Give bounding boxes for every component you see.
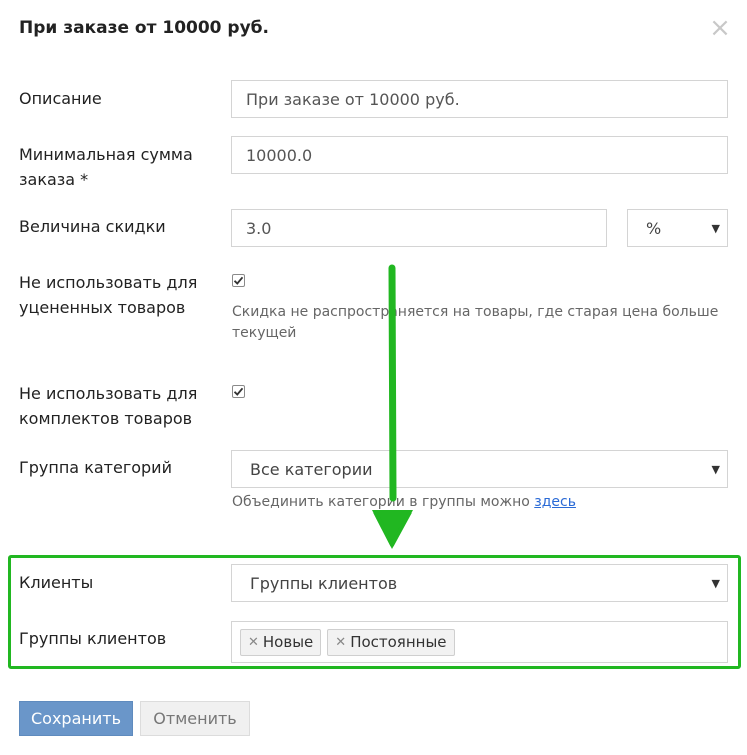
category-group-hint-link[interactable]: здесь	[534, 494, 576, 510]
category-group-select[interactable]: Все категории ▼	[231, 450, 728, 488]
min-sum-label-line1: Минимальная сумма	[19, 145, 193, 164]
arrow-down-icon	[372, 264, 413, 549]
checkmark-icon	[233, 276, 244, 285]
chevron-down-icon: ▼	[711, 577, 720, 590]
no-discounted-hint-line2: текущей	[232, 325, 297, 341]
discount-label: Величина скидки	[19, 217, 166, 236]
chevron-down-icon: ▼	[711, 222, 720, 235]
client-groups-label: Группы клиентов	[19, 629, 167, 648]
no-bundles-label: Не использовать для комплектов товаров	[19, 381, 197, 431]
no-discounted-hint-line1: Скидка не распространяется на товары, гд…	[232, 304, 719, 320]
no-discounted-label-line1: Не использовать для	[19, 273, 198, 292]
min-sum-label: Минимальная сумма заказа *	[19, 142, 193, 192]
no-bundles-checkbox[interactable]	[232, 385, 245, 398]
remove-tag-icon[interactable]: ✕	[248, 635, 259, 650]
no-bundles-label-line1: Не использовать для	[19, 384, 198, 403]
category-group-label: Группа категорий	[19, 458, 172, 477]
no-discounted-label: Не использовать для уцененных товаров	[19, 270, 197, 320]
category-group-value: Все категории	[250, 459, 373, 479]
no-discounted-checkbox[interactable]	[232, 274, 245, 287]
clients-value: Группы клиентов	[250, 573, 398, 593]
discount-input[interactable]: 3.0	[231, 209, 607, 247]
description-input[interactable]: При заказе от 10000 руб.	[231, 80, 728, 118]
discount-unit-value: %	[646, 218, 662, 238]
min-sum-label-line2: заказа *	[19, 170, 89, 189]
save-button[interactable]: Сохранить	[19, 701, 133, 736]
tag-label: Постоянные	[350, 633, 447, 651]
cancel-button[interactable]: Отменить	[140, 701, 250, 736]
clients-label: Клиенты	[19, 573, 94, 592]
description-label: Описание	[19, 89, 102, 108]
tag-item: ✕ Постоянные	[327, 628, 455, 656]
discount-unit-select[interactable]: % ▼	[627, 209, 728, 247]
close-icon[interactable]: ×	[708, 15, 732, 41]
min-sum-input[interactable]: 10000.0	[231, 136, 728, 174]
no-discounted-label-line2: уцененных товаров	[19, 298, 186, 317]
clients-select[interactable]: Группы клиентов ▼	[231, 564, 728, 602]
tag-item: ✕ Новые	[240, 628, 322, 656]
checkmark-icon	[233, 387, 244, 396]
client-groups-tags-input[interactable]: ✕ Новые ✕ Постоянные	[231, 621, 728, 663]
chevron-down-icon: ▼	[711, 463, 720, 476]
tag-label: Новые	[262, 633, 314, 651]
no-discounted-hint: Скидка не распространяется на товары, гд…	[232, 302, 718, 344]
modal-title: При заказе от 10000 руб.	[19, 18, 270, 38]
no-bundles-label-line2: комплектов товаров	[19, 409, 193, 428]
remove-tag-icon[interactable]: ✕	[335, 635, 346, 650]
